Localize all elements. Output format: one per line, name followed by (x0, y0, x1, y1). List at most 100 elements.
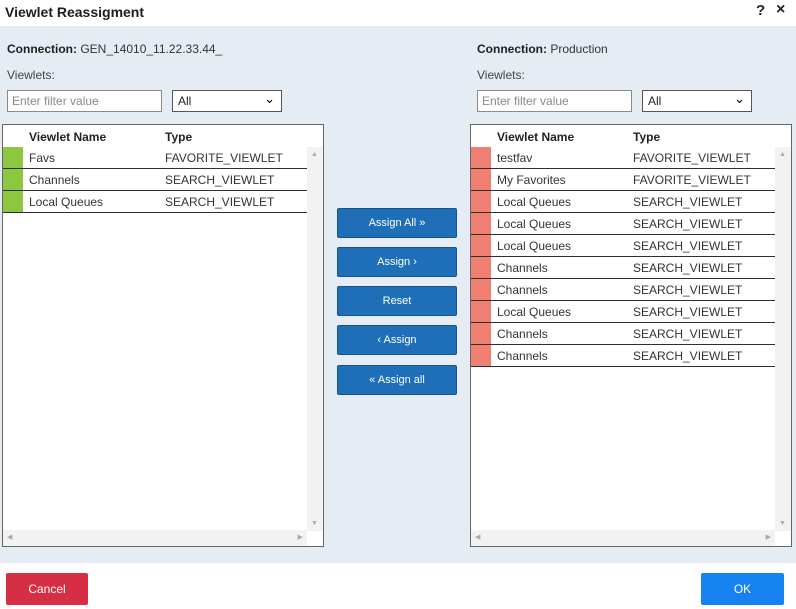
viewlet-type-cell: SEARCH_VIEWLET (633, 239, 743, 253)
row-status-marker (471, 213, 491, 234)
right-col-type-header: Type (633, 130, 661, 144)
viewlet-type-cell: SEARCH_VIEWLET (633, 217, 743, 231)
viewlet-name-cell: Channels (497, 283, 548, 297)
viewlet-type-cell: SEARCH_VIEWLET (633, 327, 743, 341)
row-status-marker (471, 279, 491, 300)
left-table-header: Viewlet Name Type (3, 125, 323, 147)
left-connection: Connection: GEN_14010_11.22.33.44_ (7, 42, 222, 56)
viewlet-name-cell: Local Queues (497, 217, 572, 231)
viewlet-type-cell: SEARCH_VIEWLET (165, 195, 275, 209)
table-row[interactable]: Local Queues SEARCH_VIEWLET (3, 191, 307, 213)
left-col-type-header: Type (165, 130, 193, 144)
viewlet-type-cell: SEARCH_VIEWLET (633, 305, 743, 319)
scroll-up-icon[interactable]: ▲ (311, 151, 318, 158)
viewlet-type-cell: FAVORITE_VIEWLET (633, 151, 751, 165)
viewlet-name-cell: Channels (497, 327, 548, 341)
right-connection-value: Production (547, 42, 608, 56)
viewlet-name-cell: Channels (497, 261, 548, 275)
row-status-marker (471, 345, 491, 366)
right-table-body: testfav FAVORITE_VIEWLET My Favorites FAVOR… (471, 147, 775, 367)
row-status-marker (3, 169, 23, 190)
left-filter-input[interactable] (7, 90, 162, 112)
ok-button[interactable]: OK (701, 573, 784, 605)
viewlet-name-cell: Favs (29, 151, 56, 165)
right-vertical-scrollbar[interactable]: ▲ ▼ (775, 147, 791, 531)
right-type-select[interactable]: All ⌄ (642, 90, 752, 112)
left-connection-value: GEN_14010_11.22.33.44_ (77, 42, 223, 56)
table-row[interactable]: testfav FAVORITE_VIEWLET (471, 147, 775, 169)
scroll-down-icon[interactable]: ▼ (311, 520, 318, 527)
assign-left-button[interactable]: ‹ Assign (337, 325, 457, 355)
left-viewlet-table: Viewlet Name Type Favs FAVORITE_VIEWLET Ch… (2, 124, 324, 547)
left-connection-label: Connection: (7, 42, 77, 56)
row-status-marker (471, 169, 491, 190)
table-row[interactable]: Channels SEARCH_VIEWLET (471, 279, 775, 301)
viewlet-name-cell: testfav (497, 151, 533, 165)
assign-all-right-button[interactable]: Assign All » (337, 208, 457, 238)
viewlet-name-cell: Local Queues (497, 239, 572, 253)
row-status-marker (471, 235, 491, 256)
right-table-header: Viewlet Name Type (471, 125, 791, 147)
table-row[interactable]: Channels SEARCH_VIEWLET (3, 169, 307, 191)
viewlet-type-cell: SEARCH_VIEWLET (165, 173, 275, 187)
chevron-down-icon: ⌄ (264, 91, 275, 106)
viewlet-name-cell: Channels (497, 349, 548, 363)
reset-button[interactable]: Reset (337, 286, 457, 316)
viewlet-type-cell: SEARCH_VIEWLET (633, 349, 743, 363)
assign-all-left-button[interactable]: « Assign all (337, 365, 457, 395)
left-select-value: All (178, 94, 192, 108)
close-icon[interactable]: × (776, 1, 785, 19)
viewlet-name-cell: Local Queues (29, 195, 104, 209)
table-row[interactable]: Local Queues SEARCH_VIEWLET (471, 235, 775, 257)
scroll-left-icon[interactable]: ◀ (475, 533, 480, 541)
right-connection: Connection: Production (477, 42, 608, 56)
scroll-down-icon[interactable]: ▼ (779, 520, 786, 527)
left-table-body: Favs FAVORITE_VIEWLET Channels SEARCH_VIEWL… (3, 147, 307, 213)
table-row[interactable]: My Favorites FAVORITE_VIEWLET (471, 169, 775, 191)
right-filter-input[interactable] (477, 90, 632, 112)
scroll-right-icon[interactable]: ▶ (298, 533, 303, 541)
viewlet-name-cell: My Favorites (497, 173, 566, 187)
scroll-right-icon[interactable]: ▶ (766, 533, 771, 541)
table-row[interactable]: Local Queues SEARCH_VIEWLET (471, 191, 775, 213)
scroll-left-icon[interactable]: ◀ (7, 533, 12, 541)
viewlet-name-cell: Channels (29, 173, 80, 187)
row-status-marker (471, 191, 491, 212)
scroll-up-icon[interactable]: ▲ (779, 151, 786, 158)
row-status-marker (3, 191, 23, 212)
left-viewlets-label: Viewlets: (7, 68, 55, 82)
chevron-down-icon: ⌄ (734, 91, 745, 106)
row-status-marker (471, 257, 491, 278)
viewlet-name-cell: Local Queues (497, 195, 572, 209)
right-connection-label: Connection: (477, 42, 547, 56)
row-status-marker (471, 147, 491, 168)
table-row[interactable]: Channels SEARCH_VIEWLET (471, 323, 775, 345)
left-type-select[interactable]: All ⌄ (172, 90, 282, 112)
table-row[interactable]: Local Queues SEARCH_VIEWLET (471, 301, 775, 323)
table-row[interactable]: Local Queues SEARCH_VIEWLET (471, 213, 775, 235)
left-vertical-scrollbar[interactable]: ▲ ▼ (307, 147, 323, 531)
table-row[interactable]: Favs FAVORITE_VIEWLET (3, 147, 307, 169)
right-horizontal-scrollbar[interactable]: ◀ ▶ (471, 530, 775, 546)
left-col-name-header: Viewlet Name (29, 130, 107, 144)
dialog-title: Viewlet Reassigment (5, 4, 145, 20)
assign-right-button[interactable]: Assign › (337, 247, 457, 277)
dialog-footer: Cancel OK (0, 563, 796, 609)
right-viewlet-table: Viewlet Name Type testfav FAVORITE_VIEWLE… (470, 124, 792, 547)
left-horizontal-scrollbar[interactable]: ◀ ▶ (3, 530, 307, 546)
dialog-titlebar: Viewlet Reassigment ? × (0, 0, 796, 26)
row-status-marker (471, 301, 491, 322)
table-row[interactable]: Channels SEARCH_VIEWLET (471, 345, 775, 367)
right-col-name-header: Viewlet Name (497, 130, 575, 144)
dialog-content: Connection: GEN_14010_11.22.33.44_ Viewl… (0, 26, 796, 563)
cancel-button[interactable]: Cancel (6, 573, 88, 605)
right-select-value: All (648, 94, 662, 108)
viewlet-name-cell: Local Queues (497, 305, 572, 319)
viewlet-type-cell: SEARCH_VIEWLET (633, 195, 743, 209)
viewlet-type-cell: SEARCH_VIEWLET (633, 261, 743, 275)
row-status-marker (471, 323, 491, 344)
help-icon[interactable]: ? (756, 2, 765, 19)
row-status-marker (3, 147, 23, 168)
right-viewlets-label: Viewlets: (477, 68, 525, 82)
table-row[interactable]: Channels SEARCH_VIEWLET (471, 257, 775, 279)
